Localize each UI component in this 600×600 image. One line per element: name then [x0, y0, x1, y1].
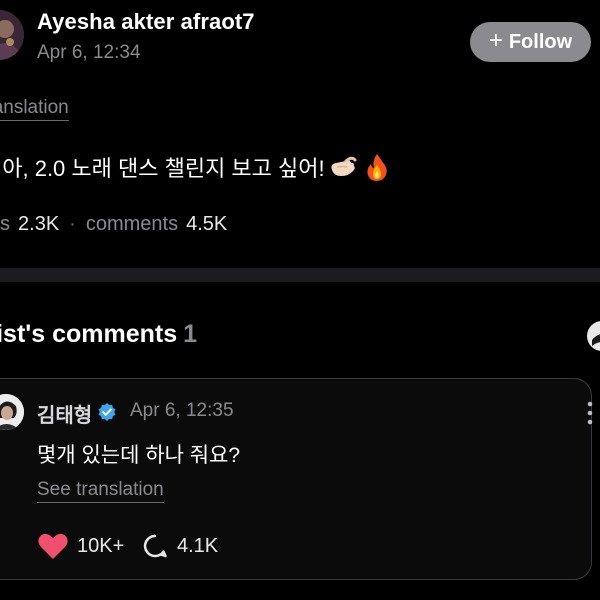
comment-reply-count: 4.1K — [177, 535, 219, 557]
heart-icon[interactable] — [37, 532, 69, 560]
post-body: 형아, 2.0 노래 댄스 챌린지 보고 싶어! — [0, 151, 390, 183]
post-screen: Ayesha akter afraot7 Apr 6, 12:34 + Foll… — [0, 0, 600, 600]
comments-label: comments — [85, 213, 179, 235]
reply-bubble-icon[interactable] — [142, 533, 168, 559]
comments-count[interactable]: 4.5K — [186, 213, 227, 236]
see-translation-link[interactable]: See translation — [0, 97, 69, 121]
post-stats: likes 2.3K · comments 4.5K — [0, 213, 227, 236]
more-options-icon[interactable] — [585, 400, 595, 426]
artist-profile-icon[interactable] — [584, 318, 600, 354]
follow-button[interactable]: + Follow — [470, 22, 591, 62]
artist-comments-heading: Artist's comments1 — [0, 320, 197, 349]
pinched-fingers-emoji-icon — [328, 154, 358, 180]
author-avatar-image — [0, 10, 24, 60]
section-divider — [0, 268, 600, 282]
post-body-text: 형아, 2.0 노래 댄스 챌린지 보고 싶어! — [0, 156, 325, 181]
comment-like-count: 10K+ — [77, 535, 125, 557]
comment-body: 몇개 있는데 하나 줘요? — [37, 444, 241, 467]
artist-comments-count: 1 — [183, 320, 198, 348]
likes-label: likes — [0, 213, 11, 235]
comment-see-translation-link[interactable]: See translation — [37, 479, 164, 503]
verified-check-icon — [98, 403, 116, 421]
stats-separator: · — [69, 213, 76, 235]
artist-name[interactable]: 김태형 — [37, 399, 92, 428]
follow-button-label: Follow — [508, 30, 573, 53]
plus-icon: + — [488, 27, 503, 54]
comment-timestamp: Apr 6, 12:35 — [130, 400, 234, 421]
likes-count[interactable]: 2.3K — [18, 213, 59, 236]
post-timestamp: Apr 6, 12:34 — [37, 42, 141, 63]
author-avatar[interactable] — [0, 10, 24, 60]
artist-comments-title: Artist's comments — [0, 320, 178, 348]
fire-emoji-icon — [364, 152, 390, 182]
author-name[interactable]: Ayesha akter afraot7 — [37, 9, 255, 35]
